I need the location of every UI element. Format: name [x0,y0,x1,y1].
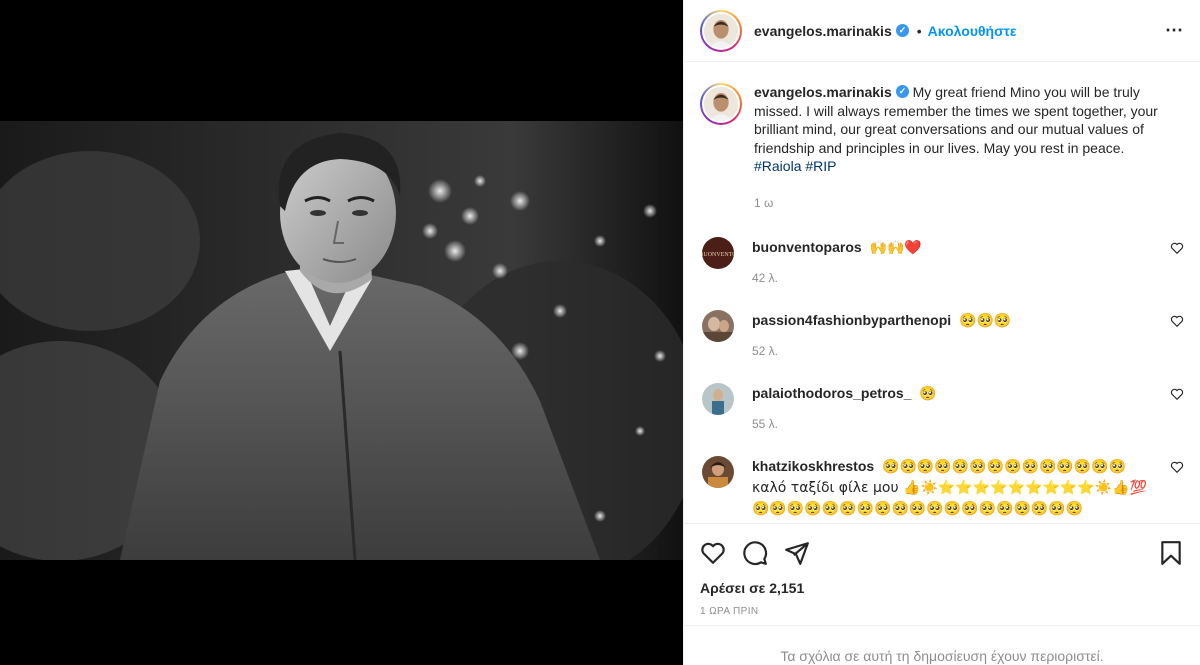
comment-text: 🥺 [919,386,937,402]
post-actions: Αρέσει σε 2,151 1 ΩΡΑ ΠΡΙΝ [684,523,1200,617]
commenter-username[interactable]: khatzikoskhrestos [752,458,874,474]
post-photo[interactable] [0,121,683,560]
comment-text: 🥺🥺🥺 [959,313,1012,329]
comment-icon[interactable] [742,540,768,566]
author-avatar[interactable] [700,9,742,52]
instagram-post-viewer: evangelos.marinakis • Ακολουθήστε ⋯ evan… [0,0,1200,665]
post-header: evangelos.marinakis • Ακολουθήστε ⋯ [684,0,1200,62]
verified-badge-icon [895,85,909,98]
comment-item: palaiothodoros_petros_ 🥺 55 λ. [700,383,1184,434]
comment-age: 55 λ. [752,417,779,431]
heart-icon[interactable] [700,540,726,566]
separator-dot: • [916,22,922,39]
post-caption: evangelos.marinakis My great friend Mino… [700,63,1184,212]
comment-item: BUONVENTO buonventoparos 🙌🙌❤️ 42 λ. [700,237,1184,288]
comment-like-heart-icon[interactable] [1170,241,1184,255]
commenter-avatar[interactable] [702,456,734,488]
comment-like-heart-icon[interactable] [1170,314,1184,328]
commenter-avatar[interactable] [702,310,734,342]
hashtag-raiola[interactable]: #Raiola [754,158,801,174]
comments-restricted-notice: Τα σχόλια σε αυτή τη δημοσίευση έχουν πε… [684,625,1200,665]
commenter-username[interactable]: passion4fashionbyparthenopi [752,312,951,328]
comment-text: 🙌🙌❤️ [869,240,922,256]
commenter-username[interactable]: buonventoparos [752,239,862,255]
author-username[interactable]: evangelos.marinakis [754,23,892,39]
verified-badge-icon [895,24,909,37]
comment-age: 52 λ. [752,344,779,358]
caption-author-avatar[interactable] [700,83,742,125]
caption-username[interactable]: evangelos.marinakis [754,84,892,100]
follow-button[interactable]: Ακολουθήστε [928,23,1017,39]
commenter-username[interactable]: palaiothodoros_petros_ [752,385,911,401]
commenter-avatar[interactable] [702,383,734,415]
comments-list[interactable]: evangelos.marinakis My great friend Mino… [684,63,1200,523]
svg-text:BUONVENTO: BUONVENTO [702,252,734,258]
hashtag-rip[interactable]: #RIP [805,158,836,174]
comment-age: 42 λ. [752,271,779,285]
post-side-panel: evangelos.marinakis • Ακολουθήστε ⋯ evan… [683,0,1200,665]
comment-item: passion4fashionbyparthenopi 🥺🥺🥺 52 λ. [700,310,1184,361]
comment-item: khatzikoskhrestos 🥺🥺🥺🥺🥺🥺🥺🥺🥺🥺🥺🥺🥺🥺 καλό τα… [700,456,1184,519]
likes-count[interactable]: Αρέσει σε 2,151 [700,580,1184,596]
post-time[interactable]: 1 ΩΡΑ ΠΡΙΝ [700,606,1184,617]
post-media [0,0,683,665]
caption-age: 1 ω [754,195,774,210]
commenter-avatar[interactable]: BUONVENTO [702,237,734,269]
action-bar [700,524,1184,578]
more-options-icon[interactable]: ⋯ [1165,20,1184,41]
comment-like-heart-icon[interactable] [1170,387,1184,401]
paper-plane-icon[interactable] [784,540,810,566]
comment-like-heart-icon[interactable] [1170,460,1184,474]
bookmark-icon[interactable] [1158,540,1184,566]
